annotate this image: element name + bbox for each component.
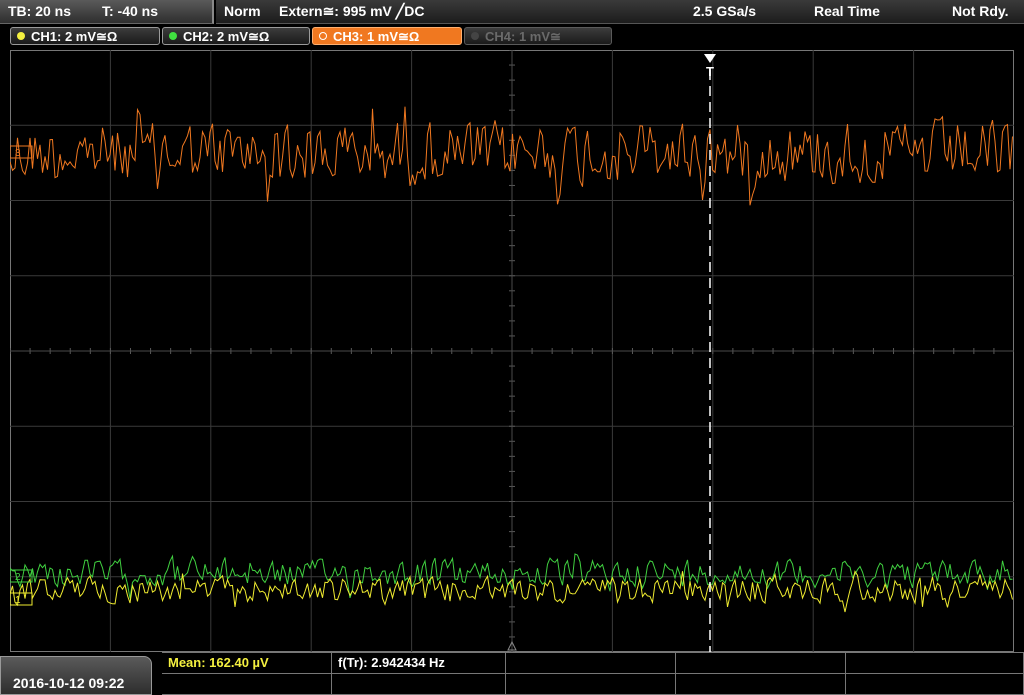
sample-rate-label: 2.5 GSa/s <box>693 3 757 19</box>
ch1-offset-marker <box>10 592 33 606</box>
status-label: Not Rdy. <box>952 3 1009 19</box>
trigger-marker-label: T <box>706 64 714 79</box>
channel-tab-label: CH4: 1 mV≅ <box>485 29 561 44</box>
measurement-slot-3[interactable] <box>506 653 676 674</box>
measurement-frequency[interactable]: f(Tr): 2.942434 Hz <box>332 653 506 674</box>
measurement-mean[interactable]: Mean: 162.40 µV <box>162 653 332 674</box>
channel-tab-ch4[interactable]: CH4: 1 mV≅ <box>464 27 612 45</box>
measurement-panel[interactable]: Mean: 162.40 µV f(Tr): 2.942434 Hz <box>162 652 1024 695</box>
channel-tab-label: CH3: 1 mV≅Ω <box>333 29 420 44</box>
ch3-trace <box>10 106 1013 206</box>
trigger-mode-label: Norm <box>224 3 261 19</box>
measurement-slot-7[interactable] <box>332 674 506 695</box>
trigger-info-bar[interactable]: Norm Extern≅: 995 mV ╱DC 2.5 GSa/s Real … <box>216 0 1024 24</box>
trigger-offset-label: T: -40 ns <box>102 3 159 19</box>
measurement-slot-4[interactable] <box>676 653 846 674</box>
channel-tab-label: CH1: 2 mV≅Ω <box>31 29 118 44</box>
measurement-slot-9[interactable] <box>676 674 846 695</box>
trigger-arrow-icon <box>704 54 716 63</box>
trigger-source-label: Extern≅: 995 mV ╱DC <box>279 3 425 19</box>
ch2-offset-marker-label: 2 <box>15 572 21 583</box>
measurement-slot-6[interactable] <box>162 674 332 695</box>
acquisition-mode-label: Real Time <box>814 3 880 19</box>
graticule: T 3 2 1 <box>10 50 1014 652</box>
ch3-dot-icon <box>319 32 327 40</box>
channel-tab-label: CH2: 2 mV≅Ω <box>183 29 270 44</box>
datetime-label: 2016-10-12 09:22 <box>13 675 125 691</box>
channel-tab-ch2[interactable]: CH2: 2 mV≅Ω <box>162 27 310 45</box>
channel-tabs: CH1: 2 mV≅Ω CH2: 2 mV≅Ω CH3: 1 mV≅Ω CH4:… <box>0 24 1024 50</box>
measurement-slot-5[interactable] <box>846 653 1024 674</box>
timebase-box[interactable]: TB: 20 ns T: -40 ns <box>0 0 214 24</box>
ch1-dot-icon <box>17 32 25 40</box>
measurement-slot-10[interactable] <box>846 674 1024 695</box>
ch1-offset-marker-label: 1 <box>15 595 21 606</box>
channel-tab-ch1[interactable]: CH1: 2 mV≅Ω <box>10 27 160 45</box>
ch3-offset-marker-label: 3 <box>15 148 21 159</box>
ch2-dot-icon <box>169 32 177 40</box>
datetime-box: 2016-10-12 09:22 <box>0 656 152 695</box>
channel-tab-ch3[interactable]: CH3: 1 mV≅Ω <box>312 27 462 45</box>
timebase-label: TB: 20 ns <box>8 3 72 19</box>
measurement-slot-8[interactable] <box>506 674 676 695</box>
ch4-dot-icon <box>471 32 479 40</box>
status-bar: TB: 20 ns T: -40 ns Norm Extern≅: 995 mV… <box>0 0 1024 24</box>
